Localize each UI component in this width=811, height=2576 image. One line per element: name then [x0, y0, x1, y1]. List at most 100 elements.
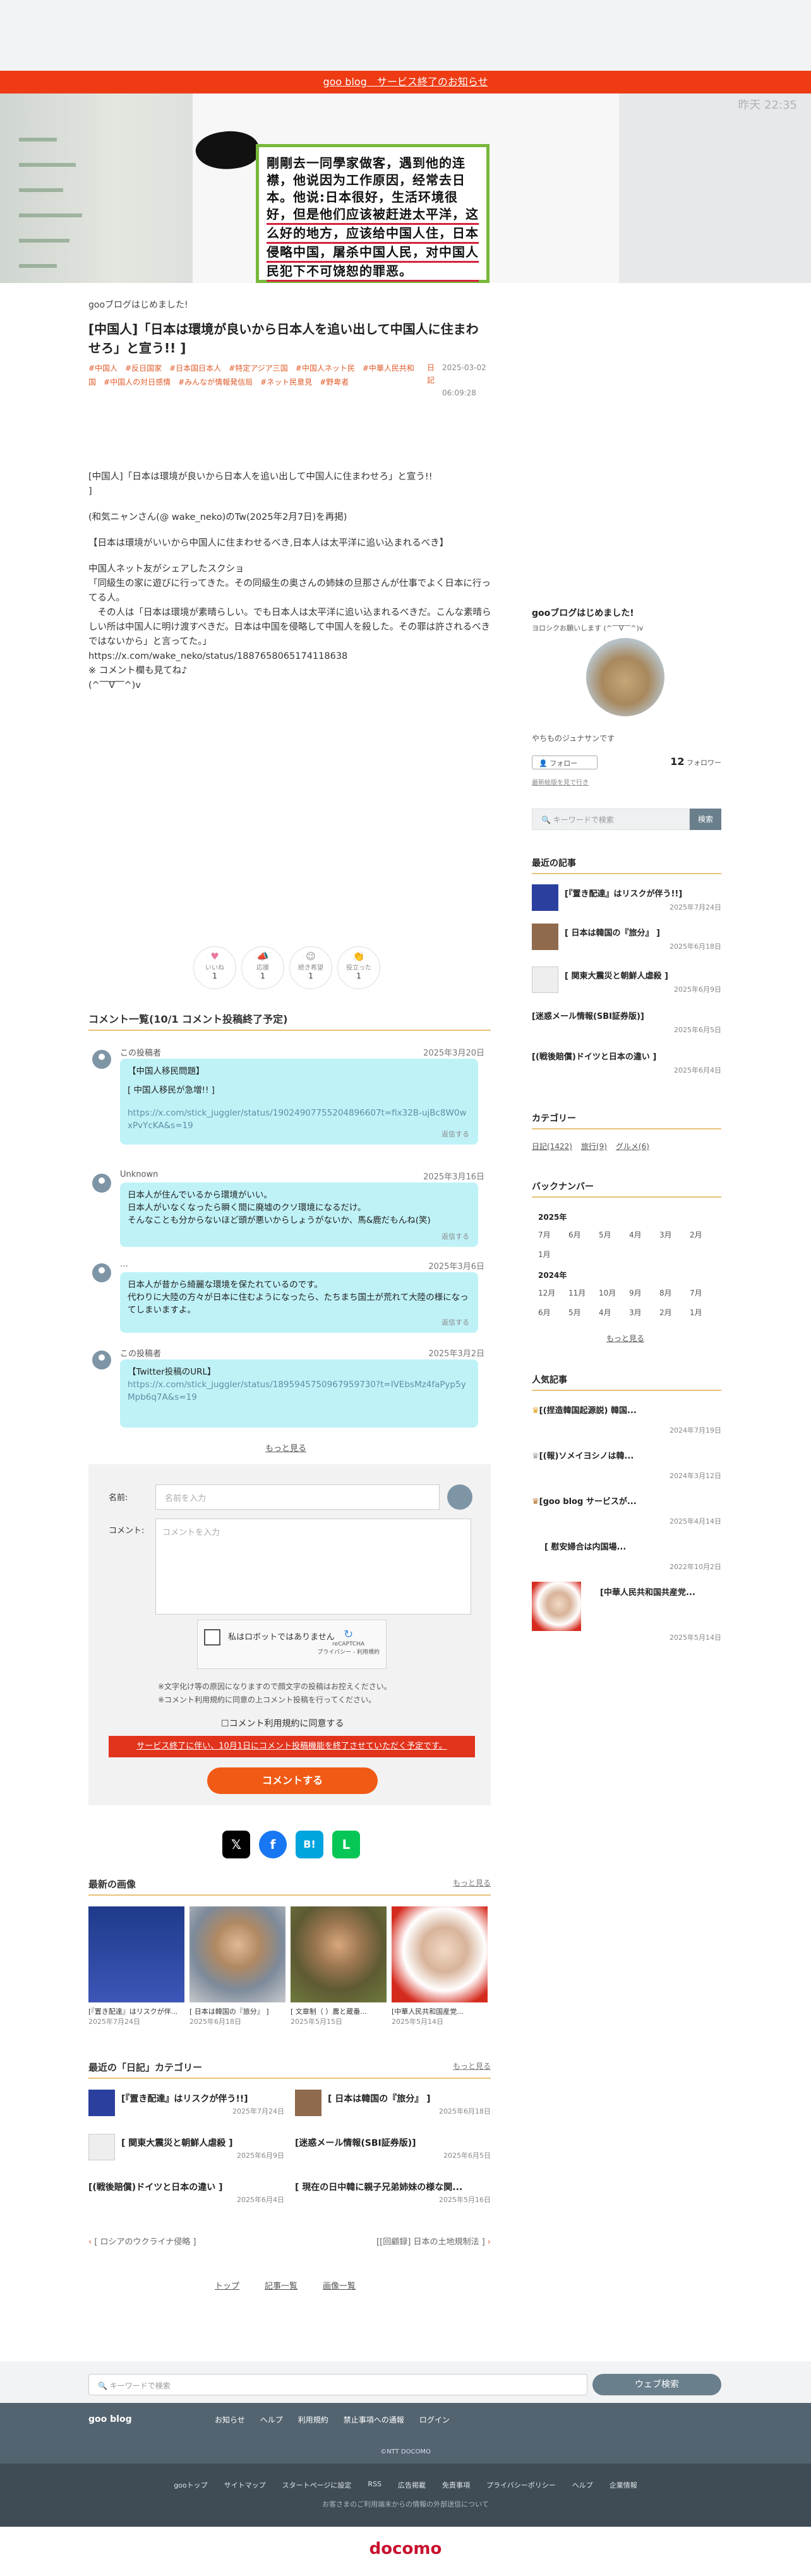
note-line[interactable]: ※コメント利用規約に同意の上コメント投稿を行ってください。 — [158, 1694, 392, 1707]
tag[interactable]: #中国人 — [88, 364, 117, 373]
popular-item[interactable]: ♛[(捏造韓国起源説) 韓国... 2024年7月19日 — [532, 1404, 721, 1435]
profile-avatar[interactable] — [586, 638, 664, 716]
recent-article[interactable]: [(戦後賠償)ドイツと日本の違い ] 2025年6月4日 — [532, 1050, 721, 1074]
month-link[interactable]: 1月 — [538, 1249, 568, 1260]
external-transmission-notice[interactable]: お客さまのご利用端末からの情報の外部送信について — [0, 2499, 811, 2509]
month-link[interactable]: 5月 — [599, 1229, 629, 1240]
footer-link[interactable]: 禁止事項への通報 — [344, 2414, 404, 2425]
month-link[interactable]: 3月 — [629, 1307, 659, 1318]
footer-brand[interactable]: goo blog — [88, 2414, 132, 2424]
popular-item[interactable]: ♛[goo blog サービスが... 2025年4月14日 — [532, 1495, 721, 1526]
month-link[interactable]: 9月 — [629, 1287, 659, 1298]
footer-link[interactable]: 免責事項 — [442, 2480, 470, 2490]
submit-comment-button[interactable]: コメントする — [207, 1767, 378, 1794]
diary-item[interactable]: [ 現在の日中韓に親子兄弟姉妹の様な関... 2025年5月16日 — [295, 2181, 491, 2204]
prev-article-link[interactable]: ‹ [ ロシアのウクライナ侵略 ] — [88, 2235, 196, 2247]
hatena-share-icon[interactable]: B! — [296, 1831, 323, 1858]
diary-item[interactable]: [ 日本は韓国の『旅分』 ] 2025年6月18日 — [295, 2090, 491, 2116]
comment-textarea[interactable]: コメントを入力 — [155, 1519, 471, 1615]
service-warning[interactable]: サービス終了に伴い、10月1日にコメント投稿機能を終了させていただく予定です。 — [109, 1736, 475, 1757]
month-link[interactable]: 2月 — [690, 1229, 720, 1240]
agree-checkbox[interactable]: ☐コメント利用規約に同意する — [221, 1717, 344, 1730]
image-card[interactable]: [『置き配達』はリスクが伴... 2025年7月24日 — [88, 1906, 184, 2026]
reaction-wish[interactable]: 😉 続き希望 1 — [289, 946, 332, 989]
footer-link[interactable]: ログイン — [419, 2414, 450, 2425]
diary-item[interactable]: [ 関東大震災と朝鮮人虐殺 ] 2025年6月9日 — [88, 2134, 284, 2160]
service-end-announcement[interactable]: goo blog サービス終了のお知らせ — [0, 71, 811, 93]
more-link[interactable]: もっと見る — [453, 1877, 491, 1888]
tag[interactable]: #日本国日本人 — [169, 364, 221, 373]
footer-search-input[interactable]: 🔍 キーワードで検索 — [88, 2374, 587, 2395]
comment-link[interactable]: https://x.com/stick_juggler/status/19024… — [128, 1107, 471, 1132]
footer-link[interactable]: プライバシーポリシー — [486, 2480, 556, 2490]
tag[interactable]: #野卑者 — [320, 378, 349, 387]
reply-button[interactable]: 返信する — [442, 1316, 469, 1329]
month-link[interactable]: 5月 — [568, 1307, 599, 1318]
tag[interactable]: #ネット民意見 — [260, 378, 312, 387]
sidebar-search-button[interactable]: 検索 — [690, 809, 721, 830]
popular-item[interactable]: [中華人民共和国共産党... 2025年5月14日 — [532, 1582, 721, 1642]
tag[interactable]: #特定アジア三国 — [229, 364, 288, 373]
tag[interactable]: #みんなが情報発信局 — [178, 378, 253, 387]
footer-link[interactable]: ヘルプ — [260, 2414, 283, 2425]
category-label[interactable]: 日 — [427, 361, 435, 374]
footer-link[interactable]: スタートページに設定 — [282, 2480, 352, 2490]
recaptcha-terms[interactable]: プライバシー - 利用規約 — [317, 1647, 380, 1656]
more-link[interactable]: もっと見る — [453, 2061, 491, 2071]
web-search-button[interactable]: ウェブ検索 — [592, 2374, 721, 2395]
month-link[interactable]: 11月 — [568, 1287, 599, 1298]
breadcrumb[interactable]: gooブログはじめました! — [88, 298, 188, 311]
footer-link[interactable]: サイトマップ — [224, 2480, 266, 2490]
tag[interactable]: #中国人の対日感情 — [104, 378, 171, 387]
footer-link[interactable]: 利用規約 — [298, 2414, 328, 2425]
diary-item[interactable]: [『置き配達』はリスクが伴う!!] 2025年7月24日 — [88, 2090, 284, 2116]
month-link[interactable]: 7月 — [690, 1287, 720, 1298]
line-share-icon[interactable]: L — [332, 1831, 360, 1858]
footer-link[interactable]: 企業情報 — [610, 2480, 637, 2490]
reply-button[interactable]: 返信する — [442, 1231, 469, 1243]
month-link[interactable]: 4月 — [599, 1307, 629, 1318]
name-input[interactable]: 名前を入力 — [155, 1484, 440, 1510]
image-card[interactable]: [ 文章制（ ）農と蔵番... 2025年5月15日 — [291, 1906, 387, 2026]
next-article-link[interactable]: [[回顧録] 日本の土地規制法 ] › — [376, 2235, 491, 2247]
recent-article[interactable]: [迷惑メール情報(SBI証券版)] 2025年6月5日 — [532, 1009, 721, 1034]
docomo-logo[interactable]: docomo — [0, 2539, 811, 2558]
blog-name[interactable]: gooブログはじめました! — [532, 606, 721, 619]
comment-link[interactable]: https://x.com/stick_juggler/status/18959… — [128, 1378, 471, 1404]
more-comments-link[interactable]: もっと見る — [265, 1441, 306, 1454]
recaptcha-checkbox[interactable] — [204, 1629, 220, 1646]
month-link[interactable]: 2月 — [659, 1307, 690, 1318]
footer-link[interactable]: RSS — [368, 2480, 381, 2490]
popular-item[interactable]: [ 慰安婦合は内国場... 2022年10月2日 — [532, 1540, 721, 1571]
month-link[interactable]: 4月 — [629, 1229, 659, 1240]
footer-link[interactable]: お知らせ — [215, 2414, 245, 2425]
x-share-icon[interactable]: 𝕏 — [222, 1831, 250, 1858]
follow-button[interactable]: 👤 フォロー — [532, 755, 598, 769]
reaction-helpful[interactable]: 👏 役立った 1 — [337, 946, 380, 989]
reaction-cheer[interactable]: 📣 応援 1 — [241, 946, 284, 989]
month-link[interactable]: 1月 — [690, 1307, 720, 1318]
reaction-like[interactable]: ♥ いいね 1 — [193, 946, 236, 989]
image-list-link[interactable]: 画像一覧 — [323, 2279, 356, 2291]
article-list-link[interactable]: 記事一覧 — [265, 2279, 297, 2291]
footer-link[interactable]: gooトップ — [174, 2480, 207, 2490]
category-link[interactable]: 旅行(9) — [581, 1142, 607, 1151]
tag[interactable]: #中国人ネット民 — [296, 364, 355, 373]
category-label[interactable]: 記 — [427, 374, 435, 387]
recent-article[interactable]: [『置き配達』はリスクが伴う!!] 2025年7月24日 — [532, 884, 721, 912]
month-link[interactable]: 6月 — [568, 1229, 599, 1240]
footer-link[interactable]: ヘルプ — [572, 2480, 593, 2490]
popular-item[interactable]: ♛[(報)ソメイヨシノは韓... 2024年3月12日 — [532, 1449, 721, 1480]
category-link[interactable]: グルメ(6) — [616, 1142, 649, 1151]
recent-article[interactable]: [ 日本は韓国の『旅分』 ] 2025年6月18日 — [532, 924, 721, 951]
sidebar-search-input[interactable]: 🔍 キーワードで検索 — [532, 809, 690, 830]
image-card[interactable]: [中華人民共和国産党... 2025年5月14日 — [392, 1906, 488, 2026]
block-link[interactable]: 最新絵版を見で行き — [532, 777, 589, 786]
month-link[interactable]: 6月 — [538, 1307, 568, 1318]
reply-button[interactable]: 返信する — [442, 1128, 469, 1141]
month-link[interactable]: 10月 — [599, 1287, 629, 1298]
month-link[interactable]: 8月 — [659, 1287, 690, 1298]
recent-article[interactable]: [ 関東大震災と朝鮮人虐殺 ] 2025年6月9日 — [532, 966, 721, 994]
month-link[interactable]: 7月 — [538, 1229, 568, 1240]
tag[interactable]: #反日国家 — [125, 364, 162, 373]
